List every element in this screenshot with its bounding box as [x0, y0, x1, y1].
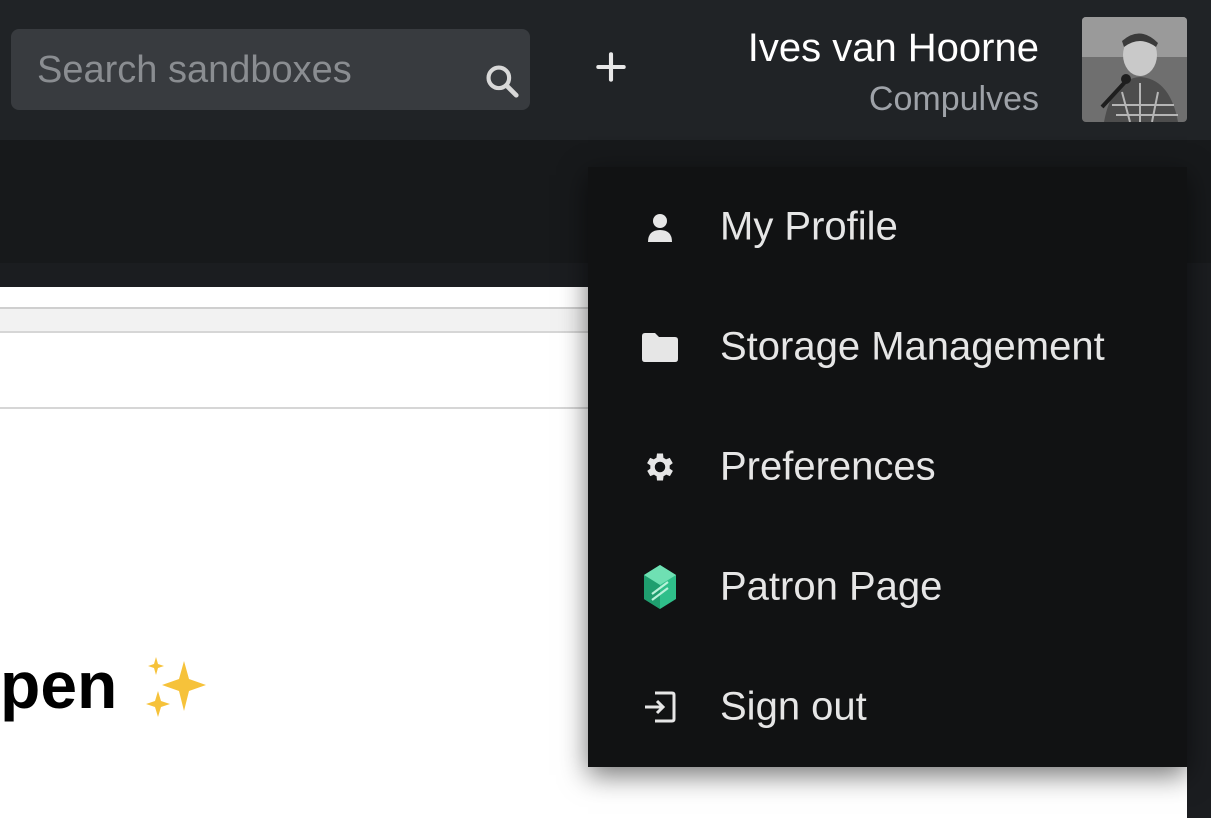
top-header: Ives van Hoorne Compulves [0, 0, 1211, 140]
menu-item-sign-out[interactable]: Sign out [588, 647, 1187, 767]
search-box[interactable] [11, 29, 530, 112]
plus-icon[interactable] [592, 48, 630, 86]
user-icon [640, 207, 680, 247]
menu-item-patron-page[interactable]: Patron Page [588, 527, 1187, 647]
content-heading: pen [0, 648, 118, 722]
menu-item-label: Preferences [720, 444, 936, 489]
search-icon[interactable] [483, 62, 521, 100]
menu-item-label: Patron Page [720, 564, 943, 609]
user-dropdown-menu: My Profile Storage Management Preference… [588, 167, 1187, 767]
menu-item-label: Sign out [720, 684, 867, 729]
patron-gem-icon [640, 565, 680, 609]
menu-item-storage-management[interactable]: Storage Management [588, 287, 1187, 407]
search-input[interactable] [35, 29, 459, 112]
user-name: Ives van Hoorne [747, 26, 1039, 70]
sparkles-icon [146, 657, 206, 717]
content-band [0, 307, 590, 409]
menu-item-my-profile[interactable]: My Profile [588, 167, 1187, 287]
content-input-area [0, 331, 590, 409]
menu-item-label: My Profile [720, 204, 898, 249]
user-handle: Compulves [868, 80, 1039, 118]
gear-icon [640, 447, 680, 487]
right-edge [1187, 263, 1211, 818]
avatar-photo [1082, 17, 1187, 122]
menu-item-label: Storage Management [720, 324, 1105, 369]
sign-out-icon [640, 687, 680, 727]
folder-icon [640, 327, 680, 367]
avatar[interactable] [1082, 17, 1187, 122]
menu-item-preferences[interactable]: Preferences [588, 407, 1187, 527]
